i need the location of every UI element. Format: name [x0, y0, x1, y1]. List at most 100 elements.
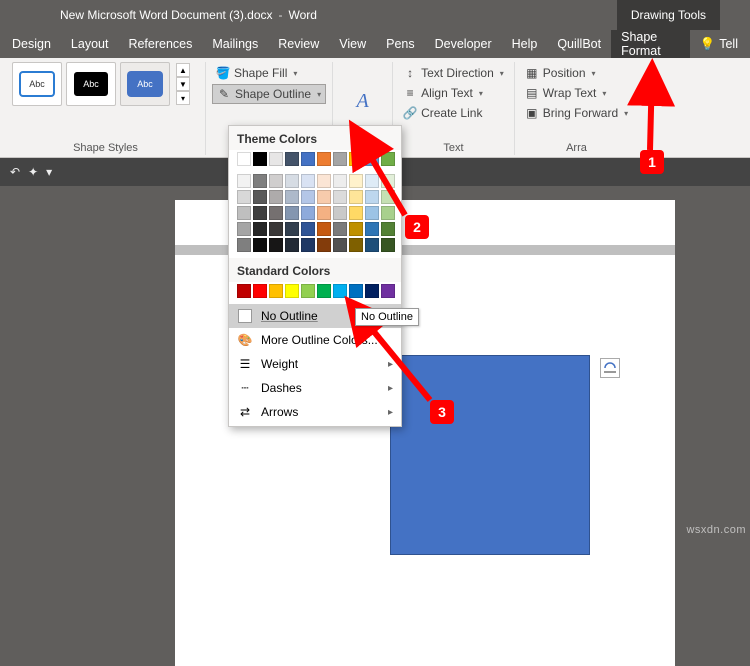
- color-swatch[interactable]: [365, 206, 379, 220]
- color-swatch[interactable]: [285, 206, 299, 220]
- color-swatch[interactable]: [349, 284, 363, 298]
- color-swatch[interactable]: [317, 238, 331, 252]
- tell-me[interactable]: 💡 Tell: [690, 30, 748, 58]
- color-swatch[interactable]: [365, 152, 379, 166]
- color-swatch[interactable]: [301, 152, 315, 166]
- tab-layout[interactable]: Layout: [61, 30, 119, 58]
- text-direction-button[interactable]: ↕Text Direction: [399, 64, 508, 82]
- color-swatch[interactable]: [317, 222, 331, 236]
- color-swatch[interactable]: [301, 206, 315, 220]
- color-swatch[interactable]: [269, 238, 283, 252]
- arrows-item[interactable]: ⇄ Arrows▸: [229, 400, 401, 424]
- shape-style-gallery[interactable]: Abc Abc Abc ▲▼▾: [12, 62, 199, 106]
- color-swatch[interactable]: [333, 238, 347, 252]
- color-swatch[interactable]: [349, 222, 363, 236]
- color-swatch[interactable]: [365, 190, 379, 204]
- color-swatch[interactable]: [349, 174, 363, 188]
- color-swatch[interactable]: [253, 152, 267, 166]
- color-swatch[interactable]: [333, 174, 347, 188]
- color-swatch[interactable]: [253, 284, 267, 298]
- color-swatch[interactable]: [333, 190, 347, 204]
- color-swatch[interactable]: [301, 190, 315, 204]
- bring-forward-button[interactable]: ▣Bring Forward: [521, 104, 632, 122]
- color-swatch[interactable]: [333, 206, 347, 220]
- tab-quillbot[interactable]: QuillBot: [547, 30, 611, 58]
- color-swatch[interactable]: [285, 222, 299, 236]
- color-swatch[interactable]: [301, 222, 315, 236]
- tab-review[interactable]: Review: [268, 30, 329, 58]
- position-button[interactable]: ▦Position: [521, 64, 632, 82]
- color-swatch[interactable]: [317, 174, 331, 188]
- color-swatch[interactable]: [301, 284, 315, 298]
- gallery-down-icon[interactable]: ▼: [176, 77, 190, 91]
- color-swatch[interactable]: [349, 190, 363, 204]
- tab-help[interactable]: Help: [502, 30, 548, 58]
- color-swatch[interactable]: [237, 174, 251, 188]
- tab-pens[interactable]: Pens: [376, 30, 425, 58]
- color-swatch[interactable]: [253, 222, 267, 236]
- tab-developer[interactable]: Developer: [425, 30, 502, 58]
- tab-shape-format[interactable]: Shape Format: [611, 30, 690, 58]
- color-swatch[interactable]: [285, 152, 299, 166]
- undo-icon[interactable]: ↶: [10, 165, 20, 179]
- color-swatch[interactable]: [381, 174, 395, 188]
- color-swatch[interactable]: [365, 238, 379, 252]
- color-swatch[interactable]: [285, 284, 299, 298]
- selected-shape-rectangle[interactable]: [390, 355, 590, 555]
- color-swatch[interactable]: [269, 174, 283, 188]
- wrap-text-button[interactable]: ▤Wrap Text: [521, 84, 632, 102]
- align-text-button[interactable]: ≡Align Text: [399, 84, 508, 102]
- color-swatch[interactable]: [269, 152, 283, 166]
- color-swatch[interactable]: [237, 206, 251, 220]
- gallery-more-icon[interactable]: ▾: [176, 91, 190, 105]
- color-swatch[interactable]: [253, 190, 267, 204]
- color-swatch[interactable]: [381, 284, 395, 298]
- color-swatch[interactable]: [285, 174, 299, 188]
- color-swatch[interactable]: [365, 174, 379, 188]
- color-swatch[interactable]: [349, 152, 363, 166]
- color-swatch[interactable]: [237, 284, 251, 298]
- color-swatch[interactable]: [237, 222, 251, 236]
- color-swatch[interactable]: [253, 206, 267, 220]
- layout-options-button[interactable]: [600, 358, 620, 378]
- color-swatch[interactable]: [349, 206, 363, 220]
- color-swatch[interactable]: [285, 190, 299, 204]
- shape-outline-button[interactable]: ✎Shape Outline: [212, 84, 326, 104]
- color-swatch[interactable]: [365, 284, 379, 298]
- tab-references[interactable]: References: [118, 30, 202, 58]
- repeat-icon[interactable]: ✦: [28, 165, 38, 179]
- color-swatch[interactable]: [317, 152, 331, 166]
- gallery-up-icon[interactable]: ▲: [176, 63, 190, 77]
- color-swatch[interactable]: [333, 222, 347, 236]
- color-swatch[interactable]: [317, 206, 331, 220]
- color-swatch[interactable]: [237, 190, 251, 204]
- color-swatch[interactable]: [237, 152, 251, 166]
- color-swatch[interactable]: [381, 152, 395, 166]
- create-link-button[interactable]: 🔗Create Link: [399, 104, 508, 122]
- color-swatch[interactable]: [333, 152, 347, 166]
- color-swatch[interactable]: [269, 284, 283, 298]
- color-swatch[interactable]: [317, 284, 331, 298]
- color-swatch[interactable]: [365, 222, 379, 236]
- color-swatch[interactable]: [317, 190, 331, 204]
- gallery-scroll[interactable]: ▲▼▾: [176, 63, 190, 105]
- style-option-2[interactable]: Abc: [66, 62, 116, 106]
- color-swatch[interactable]: [381, 206, 395, 220]
- more-outline-colors-item[interactable]: 🎨 More Outline Colors...: [229, 328, 401, 352]
- color-swatch[interactable]: [381, 222, 395, 236]
- color-swatch[interactable]: [381, 238, 395, 252]
- color-swatch[interactable]: [333, 284, 347, 298]
- color-swatch[interactable]: [301, 174, 315, 188]
- qat-dropdown-icon[interactable]: ▾: [46, 165, 52, 179]
- color-swatch[interactable]: [301, 238, 315, 252]
- color-swatch[interactable]: [269, 190, 283, 204]
- color-swatch[interactable]: [381, 190, 395, 204]
- color-swatch[interactable]: [253, 174, 267, 188]
- color-swatch[interactable]: [253, 238, 267, 252]
- tab-view[interactable]: View: [329, 30, 376, 58]
- color-swatch[interactable]: [237, 238, 251, 252]
- tab-design[interactable]: Design: [2, 30, 61, 58]
- tab-mailings[interactable]: Mailings: [202, 30, 268, 58]
- style-option-3[interactable]: Abc: [120, 62, 170, 106]
- weight-item[interactable]: ☰ Weight▸: [229, 352, 401, 376]
